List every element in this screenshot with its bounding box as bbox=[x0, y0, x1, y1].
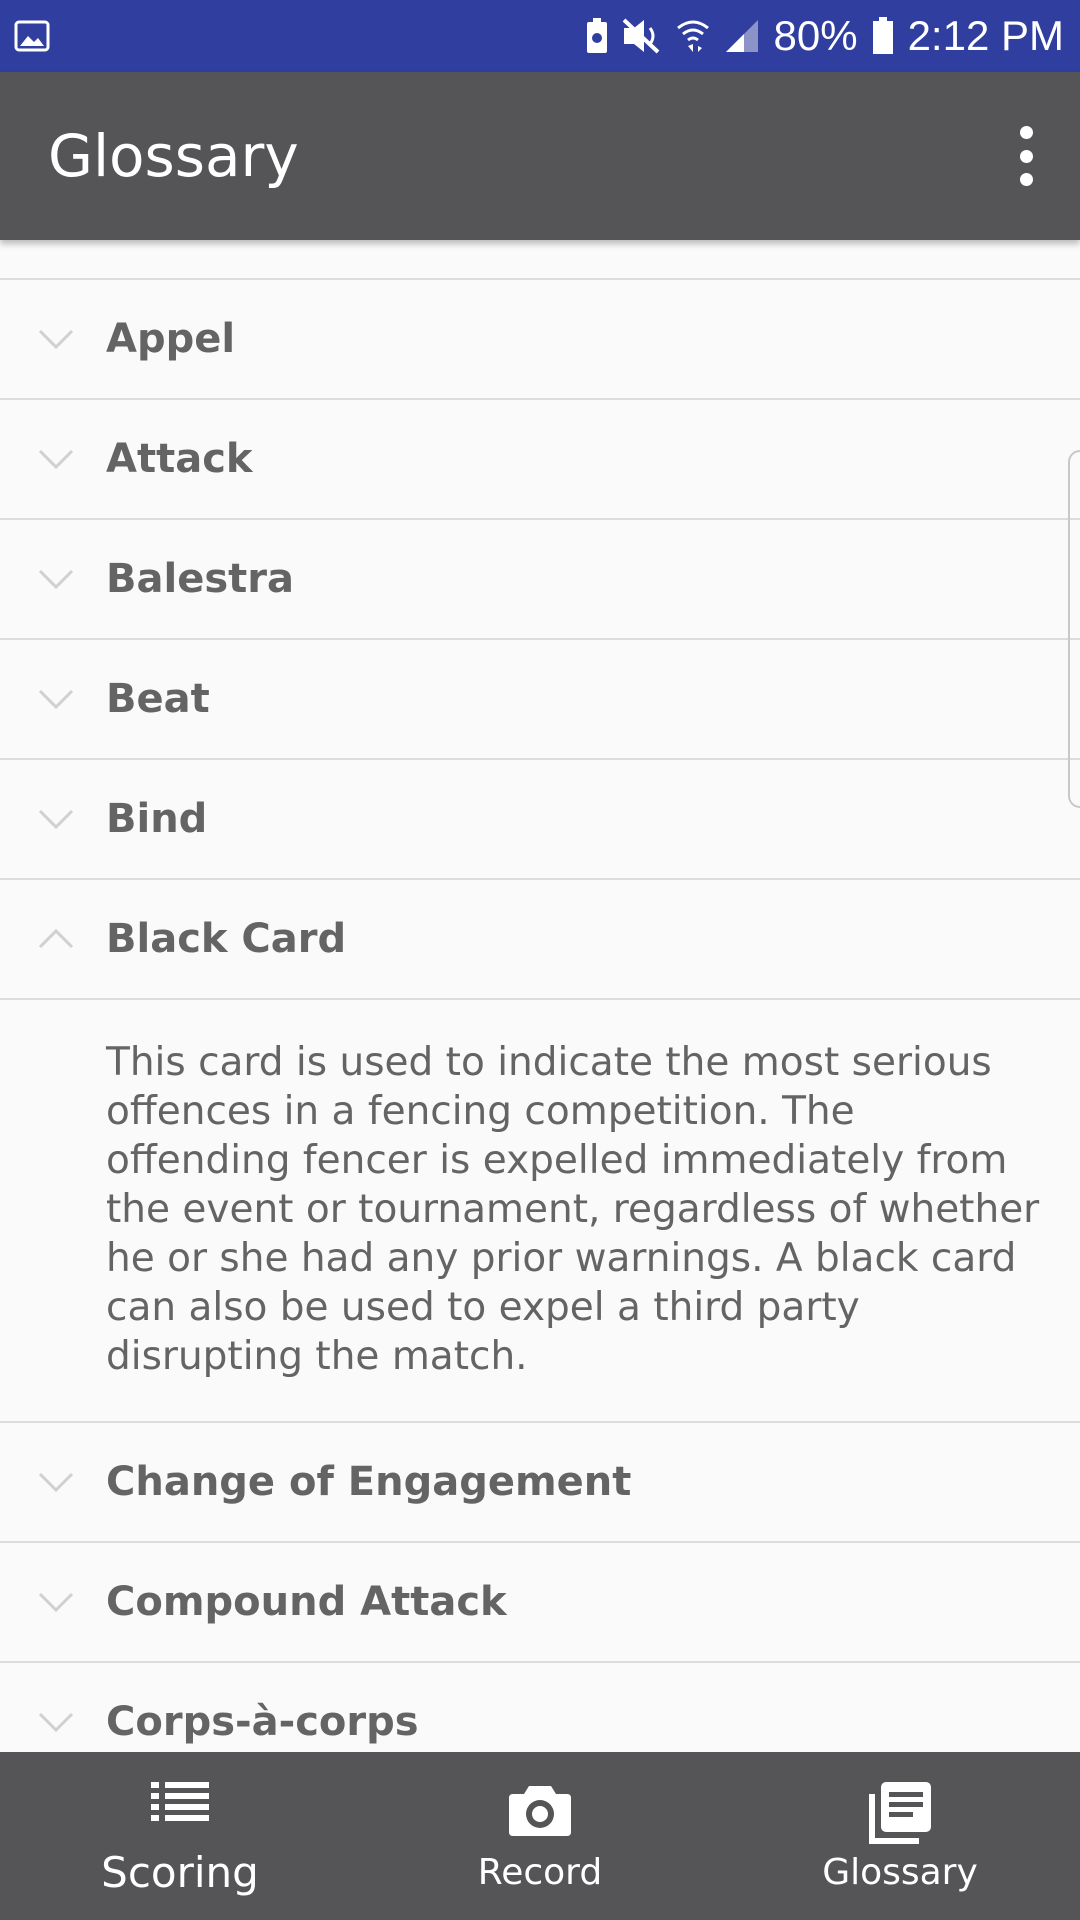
nav-label: Scoring bbox=[101, 1848, 259, 1897]
nav-label: Glossary bbox=[822, 1852, 978, 1893]
battery-icon bbox=[872, 17, 893, 54]
glossary-term: Black Card bbox=[106, 916, 347, 962]
list-divider bbox=[0, 240, 1080, 280]
glossary-term: Attack bbox=[106, 436, 253, 482]
nav-record[interactable]: Record bbox=[360, 1752, 720, 1920]
image-icon bbox=[14, 20, 50, 52]
signal-icon bbox=[725, 20, 758, 52]
library-books-icon bbox=[869, 1782, 931, 1844]
chevron-down-icon bbox=[38, 1472, 74, 1492]
nav-label: Record bbox=[477, 1852, 603, 1893]
wifi-icon bbox=[676, 20, 709, 52]
glossary-term: Bind bbox=[106, 796, 208, 842]
scrollbar[interactable] bbox=[1068, 450, 1080, 808]
chevron-down-icon bbox=[38, 329, 74, 349]
glossary-item-bind[interactable]: Bind bbox=[0, 760, 1080, 880]
clock: 2:12 PM bbox=[907, 12, 1064, 59]
glossary-item-beat[interactable]: Beat bbox=[0, 640, 1080, 760]
page-title: Glossary bbox=[48, 122, 299, 190]
glossary-term: Change of Engagement bbox=[106, 1459, 632, 1505]
chevron-up-icon bbox=[38, 929, 74, 949]
bottom-nav: Scoring Record Glossary bbox=[0, 1752, 1080, 1920]
chevron-down-icon bbox=[38, 1592, 74, 1612]
glossary-term: Beat bbox=[106, 676, 210, 722]
glossary-item-black-card[interactable]: Black Card bbox=[0, 880, 1080, 1000]
glossary-item-balestra[interactable]: Balestra bbox=[0, 520, 1080, 640]
glossary-list[interactable]: Appel Attack Balestra Beat Bind Black Ca… bbox=[0, 240, 1080, 1752]
glossary-definition: This card is used to indicate the most s… bbox=[0, 1000, 1080, 1423]
app-bar: Glossary bbox=[0, 72, 1080, 240]
nav-glossary[interactable]: Glossary bbox=[720, 1752, 1080, 1920]
glossary-item-corps-a-corps[interactable]: Corps-à-corps bbox=[0, 1663, 1080, 1752]
list-icon bbox=[151, 1782, 209, 1821]
glossary-item-appel[interactable]: Appel bbox=[0, 280, 1080, 400]
battery-percent: 80% bbox=[773, 12, 858, 59]
chevron-down-icon bbox=[38, 809, 74, 829]
glossary-term: Compound Attack bbox=[106, 1579, 507, 1625]
nav-scoring[interactable]: Scoring bbox=[0, 1752, 360, 1920]
more-vert-icon[interactable] bbox=[1006, 126, 1046, 186]
chevron-down-icon bbox=[38, 449, 74, 469]
mute-icon bbox=[622, 18, 659, 54]
chevron-down-icon bbox=[38, 569, 74, 589]
camera-icon bbox=[509, 1786, 571, 1836]
chevron-down-icon bbox=[38, 689, 74, 709]
status-bar: 80% 2:12 PM bbox=[0, 0, 1080, 72]
glossary-item-change-of-engagement[interactable]: Change of Engagement bbox=[0, 1423, 1080, 1543]
chevron-down-icon bbox=[38, 1712, 74, 1732]
glossary-term: Corps-à-corps bbox=[106, 1699, 419, 1745]
glossary-term: Balestra bbox=[106, 556, 294, 602]
battery-saver-icon bbox=[586, 18, 607, 53]
glossary-term: Appel bbox=[106, 316, 236, 362]
glossary-item-compound-attack[interactable]: Compound Attack bbox=[0, 1543, 1080, 1663]
glossary-item-attack[interactable]: Attack bbox=[0, 400, 1080, 520]
